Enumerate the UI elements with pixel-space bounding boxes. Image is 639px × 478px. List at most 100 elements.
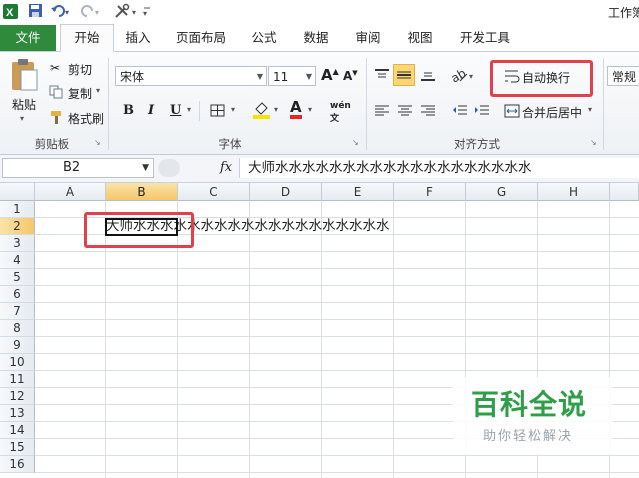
tab-review[interactable]: 审阅 [348, 25, 388, 51]
border-icon[interactable] [210, 104, 226, 118]
row-header[interactable]: 12 [0, 388, 35, 405]
merge-dropdown-icon[interactable]: ▾ [588, 105, 592, 114]
align-bottom-icon[interactable] [420, 68, 436, 82]
align-middle-button[interactable] [393, 64, 415, 86]
orientation-icon[interactable]: ab ▾ [450, 66, 476, 84]
column-header[interactable]: A [35, 183, 106, 201]
paste-dropdown-icon[interactable]: ▾ [20, 114, 24, 123]
select-all-corner[interactable] [0, 183, 35, 201]
redo-icon[interactable]: ▾ [80, 3, 102, 20]
undo-icon[interactable]: ▾ [50, 3, 72, 20]
divider [199, 101, 200, 121]
name-box[interactable]: B2 ▼ [2, 158, 154, 178]
merge-center-button[interactable]: 合并后居中 [522, 104, 582, 121]
row-header[interactable]: 1 [0, 201, 35, 218]
row-header[interactable]: 9 [0, 337, 35, 354]
tab-page-layout[interactable]: 页面布局 [170, 25, 232, 51]
font-name-select[interactable]: 宋体 ▼ [115, 66, 267, 86]
tab-formulas[interactable]: 公式 [244, 25, 284, 51]
column-header[interactable]: H [538, 183, 610, 201]
row-header[interactable]: 13 [0, 405, 35, 422]
row-header[interactable]: 10 [0, 354, 35, 371]
tab-file[interactable]: 文件 [0, 25, 56, 51]
align-middle-icon [397, 71, 411, 79]
grow-font-button[interactable]: A▲ [321, 66, 339, 84]
column-header[interactable]: D [250, 183, 322, 201]
font-launcher-icon[interactable]: ↘ [352, 138, 359, 147]
svg-text:▾: ▾ [95, 8, 99, 17]
align-right-icon[interactable] [420, 104, 436, 118]
svg-text:▾: ▾ [65, 8, 69, 17]
gridline [35, 472, 639, 473]
svg-text:▾: ▾ [469, 72, 473, 81]
underline-dropdown-icon[interactable]: ▾ [187, 105, 191, 114]
paste-button[interactable]: 粘贴 [12, 96, 36, 113]
clipboard-launcher-icon[interactable]: ↘ [94, 138, 101, 147]
group-divider [108, 58, 109, 150]
decrease-indent-icon[interactable] [452, 104, 468, 118]
row-header[interactable]: 7 [0, 303, 35, 320]
format-painter-button[interactable]: 格式刷 [68, 110, 104, 127]
row-header[interactable]: 15 [0, 439, 35, 456]
excel-logo-icon: X [3, 4, 18, 19]
italic-button[interactable]: I [148, 103, 154, 118]
gridline [35, 336, 639, 337]
paste-icon[interactable] [9, 58, 39, 92]
font-color-button[interactable]: A [290, 99, 302, 119]
customize-qat-icon[interactable]: ▾ [142, 3, 152, 20]
row-header[interactable]: 11 [0, 371, 35, 388]
row-header[interactable]: 3 [0, 235, 35, 252]
align-left-icon[interactable] [374, 104, 390, 118]
group-divider [603, 58, 604, 150]
tab-data[interactable]: 数据 [296, 25, 336, 51]
bold-button[interactable]: B [123, 103, 134, 118]
align-center-icon[interactable] [397, 104, 413, 118]
row-header[interactable]: 5 [0, 269, 35, 286]
shrink-font-icon: A [343, 69, 353, 83]
ribbon-tabs: 文件 开始 插入 页面布局 公式 数据 审阅 视图 开发工具 [0, 24, 639, 52]
column-header[interactable]: F [394, 183, 466, 201]
cut-button[interactable]: 剪切 [68, 61, 92, 78]
gridline [35, 268, 639, 269]
column-header[interactable] [610, 183, 639, 201]
tab-home[interactable]: 开始 [60, 24, 114, 52]
row-header[interactable]: 16 [0, 456, 35, 473]
underline-button[interactable]: U [170, 103, 181, 118]
insert-function-icon[interactable]: fx [220, 160, 232, 175]
column-header[interactable]: G [466, 183, 538, 201]
tools-icon[interactable]: ▾ [113, 3, 139, 20]
column-header[interactable]: E [322, 183, 394, 201]
formula-input[interactable]: 大师水水水水水水水水水水水水水水水水水水水 [239, 158, 639, 178]
font-size-select[interactable]: 11 ▼ [268, 66, 316, 86]
column-header[interactable]: C [178, 183, 250, 201]
wrap-text-icon [505, 70, 520, 83]
svg-text:▾: ▾ [143, 9, 147, 18]
align-top-icon[interactable] [374, 68, 390, 82]
increase-indent-icon[interactable] [474, 104, 490, 118]
row-header[interactable]: 14 [0, 422, 35, 439]
column-header[interactable]: B [106, 183, 178, 201]
shrink-font-button[interactable]: A▼ [343, 69, 358, 83]
copy-button[interactable]: 复制 [68, 85, 92, 102]
row-header[interactable]: 4 [0, 252, 35, 269]
tab-view[interactable]: 视图 [400, 25, 440, 51]
row-header[interactable]: 2 [0, 218, 35, 235]
phonetic-button[interactable]: wén 文 [330, 101, 351, 124]
save-icon[interactable] [28, 3, 44, 20]
fill-color-icon[interactable] [252, 100, 272, 120]
copy-dropdown-icon[interactable]: ▾ [96, 86, 100, 95]
formula-bar-splitter[interactable] [158, 159, 180, 177]
wrap-text-button[interactable]: 自动换行 [522, 69, 570, 86]
alignment-launcher-icon[interactable]: ↘ [590, 138, 597, 147]
tab-insert[interactable]: 插入 [116, 25, 160, 51]
font-color-dropdown-icon[interactable]: ▾ [308, 105, 312, 114]
tab-developer[interactable]: 开发工具 [452, 25, 518, 51]
row-header[interactable]: 6 [0, 286, 35, 303]
phonetic-icon: wén [330, 101, 351, 111]
number-format-select[interactable]: 常规 [607, 66, 639, 86]
border-dropdown-icon[interactable]: ▾ [231, 105, 235, 114]
fill-color-dropdown-icon[interactable]: ▾ [274, 105, 278, 114]
font-name-value: 宋体 [120, 70, 145, 84]
cut-icon: ✂ [50, 61, 61, 75]
row-header[interactable]: 8 [0, 320, 35, 337]
